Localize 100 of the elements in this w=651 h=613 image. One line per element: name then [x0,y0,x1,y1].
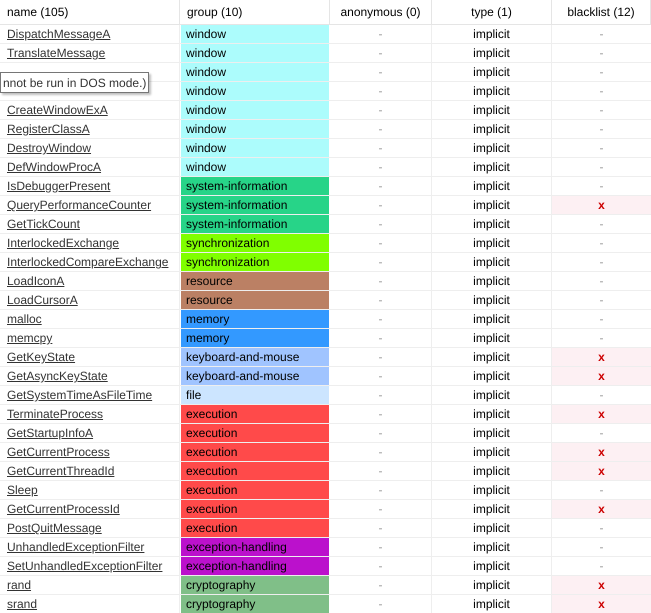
blacklist-cell-text: - [598,45,604,62]
blacklist-cell-text: - [598,520,604,537]
blacklist-cell-text: - [598,121,604,138]
function-link[interactable]: srand [7,595,38,613]
group-cell: window [181,63,329,81]
blacklist-cell-text: - [598,482,604,499]
blacklist-cell-text: - [598,254,604,271]
table-cell-text: - [378,216,382,233]
function-link[interactable]: DestroyWindow [7,139,92,157]
group-cell: synchronization [181,234,329,252]
function-link[interactable]: memcpy [7,329,52,347]
column-header[interactable]: group (10) [180,0,330,24]
table-cell-text: implicit [473,482,510,499]
group-cell: system-information [181,177,329,195]
column-header[interactable]: blacklist (12) [552,0,651,24]
group-cell: keyboard-and-mouse [181,367,329,385]
group-cell: keyboard-and-mouse [181,348,329,366]
table-cell-text: - [378,254,382,271]
blacklist-cell-text: - [598,311,604,328]
blacklist-cell: x [552,595,651,613]
table-cell-text: - [378,387,382,404]
function-link[interactable]: GetCurrentProcessId [7,500,120,518]
group-cell: system-information [181,215,329,233]
table-cell-text: - [378,368,382,385]
function-link[interactable]: DispatchMessageA [7,25,110,43]
group-cell: cryptography [181,576,329,594]
table-cell-text: - [378,596,382,613]
blacklist-cell: x [552,500,651,518]
group-cell: exception-handling [181,557,329,575]
group-cell: execution [181,443,329,461]
table-cell-text: implicit [473,254,510,271]
column-header[interactable]: anonymous (0) [330,0,432,24]
function-link[interactable]: InterlockedCompareExchange [7,253,168,271]
table-cell-text: implicit [473,387,510,404]
table-cell-text: - [378,558,382,575]
blacklist-cell-text: - [598,26,604,43]
function-link[interactable]: GetCurrentThreadId [7,462,114,480]
table-cell-text: - [378,292,382,309]
table-cell-text: - [378,45,382,62]
table-cell-text: - [378,577,382,594]
function-link[interactable]: DefWindowProcA [7,158,102,176]
group-cell: window [181,139,329,157]
function-link[interactable]: GetTickCount [7,215,80,233]
group-cell: resource [181,272,329,290]
table-cell-text: - [378,463,382,480]
blacklist-cell-text: - [598,292,604,309]
blacklist-cell-text: - [598,425,604,442]
function-link[interactable]: CreateWindowExA [7,101,108,119]
function-link[interactable]: malloc [7,310,42,328]
blacklist-cell-text: - [598,558,604,575]
function-link[interactable]: GetAsyncKeyState [7,367,108,385]
function-link[interactable]: PostQuitMessage [7,519,102,537]
table-cell-text: - [378,121,382,138]
function-link[interactable]: LoadCursorA [7,291,78,309]
table-cell-text: implicit [473,83,510,100]
blacklist-cell: x [552,348,651,366]
group-cell: window [181,25,329,43]
function-link[interactable]: SetUnhandledExceptionFilter [7,557,162,575]
function-link[interactable]: QueryPerformanceCounter [7,196,152,214]
blacklist-cell: x [552,367,651,385]
blacklist-cell-text: - [598,102,604,119]
table-cell-text: implicit [473,235,510,252]
table-cell-text: implicit [473,330,510,347]
function-link[interactable]: LoadIconA [7,272,64,290]
table-cell-text: implicit [473,444,510,461]
function-link[interactable]: TerminateProcess [7,405,104,423]
function-link[interactable]: Sleep [7,481,38,499]
group-cell: execution [181,462,329,480]
function-link[interactable]: IsDebuggerPresent [7,177,110,195]
table-cell-text: - [378,197,382,214]
column-header[interactable]: type (1) [432,0,552,24]
table-cell-text: - [378,273,382,290]
table-cell-text: - [378,102,382,119]
table-cell-text: implicit [473,64,510,81]
function-link[interactable]: InterlockedExchange [7,234,120,252]
table-cell-text: - [378,520,382,537]
function-link[interactable]: UnhandledExceptionFilter [7,538,144,556]
function-link[interactable]: rand [7,576,32,594]
function-link[interactable]: GetKeyState [7,348,76,366]
column-header[interactable]: name (105) [0,0,180,24]
function-link[interactable]: GetSystemTimeAsFileTime [7,386,152,404]
group-cell: execution [181,405,329,423]
function-link[interactable]: TranslateMessage [7,44,106,62]
blacklist-cell-text: - [598,83,604,100]
blacklist-cell: x [552,405,651,423]
function-link[interactable]: RegisterClassA [7,120,90,138]
function-link[interactable]: GetCurrentProcess [7,443,110,461]
table-cell-text: implicit [473,406,510,423]
table-cell-text: - [378,539,382,556]
blacklist-cell: x [552,576,651,594]
table-cell-text: implicit [473,273,510,290]
table-cell-text: implicit [473,463,510,480]
tooltip: nnot be run in DOS mode.) [0,72,150,93]
table-cell-text: implicit [473,596,510,613]
table-cell-text: - [378,482,382,499]
table-cell-text: implicit [473,311,510,328]
function-link[interactable]: GetStartupInfoA [7,424,94,442]
table-cell-text: implicit [473,349,510,366]
group-cell: memory [181,329,329,347]
table-cell-text: implicit [473,425,510,442]
